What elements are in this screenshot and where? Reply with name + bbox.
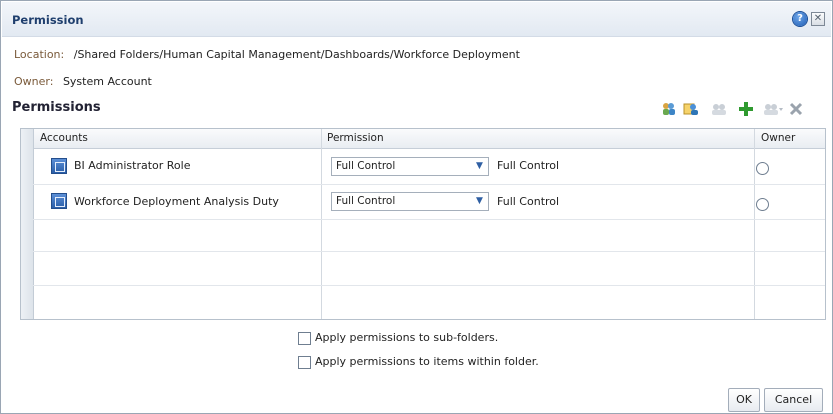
items-label[interactable]: Apply permissions to items within folder… [315, 355, 539, 368]
dialog-titlebar: Permission ? ✕ [2, 2, 831, 37]
permission-dialog: Permission ? ✕ Location: /Shared Folders… [0, 0, 833, 414]
cancel-button[interactable]: Cancel [764, 388, 823, 412]
row-divider [33, 251, 825, 252]
subfolders-label[interactable]: Apply permissions to sub-folders. [315, 331, 498, 344]
column-divider [754, 129, 755, 319]
column-header-owner[interactable]: Owner [761, 132, 795, 144]
role-icon [51, 158, 67, 174]
owner-radio[interactable] [756, 198, 769, 211]
row-divider [33, 285, 825, 286]
permission-select[interactable]: Full Control ▼ [331, 192, 489, 211]
chevron-down-icon[interactable]: ▼ [474, 162, 485, 171]
users-disabled-icon[interactable] [709, 101, 729, 117]
row-header-column [21, 129, 34, 319]
chevron-down-icon[interactable]: ▼ [474, 197, 485, 206]
users-more-disabled-icon[interactable] [762, 101, 784, 117]
permission-select-value: Full Control [336, 160, 396, 172]
permissions-heading: Permissions [12, 100, 101, 115]
help-icon[interactable]: ? [793, 12, 807, 26]
table-header [21, 129, 825, 149]
permission-text: Full Control [497, 195, 560, 208]
owner-label: Owner: [14, 75, 54, 88]
location-row: Location: /Shared Folders/Human Capital … [14, 48, 520, 61]
row-divider [33, 219, 825, 220]
permission-text: Full Control [497, 159, 560, 172]
permission-select-value: Full Control [336, 195, 396, 207]
permissions-table: Accounts Permission Owner BI Administrat… [20, 128, 826, 320]
row-divider [33, 184, 825, 185]
items-checkbox[interactable] [298, 356, 311, 369]
add-icon[interactable] [738, 101, 754, 117]
dialog-title: Permission [12, 13, 84, 27]
location-label: Location: [14, 48, 65, 61]
users-search-icon[interactable] [661, 101, 677, 117]
column-header-accounts[interactable]: Accounts [40, 132, 88, 144]
users-edit-icon[interactable] [683, 101, 699, 117]
location-value: /Shared Folders/Human Capital Management… [73, 48, 520, 61]
subfolders-checkbox[interactable] [298, 332, 311, 345]
ok-button[interactable]: OK [728, 388, 760, 412]
owner-value: System Account [62, 75, 152, 88]
account-name: BI Administrator Role [74, 159, 191, 172]
account-name: Workforce Deployment Analysis Duty [74, 195, 279, 208]
role-icon [51, 193, 67, 209]
close-icon[interactable]: ✕ [811, 12, 825, 26]
delete-icon[interactable] [788, 101, 804, 117]
owner-row: Owner: System Account [14, 75, 152, 88]
permission-select[interactable]: Full Control ▼ [331, 157, 489, 176]
column-divider [321, 129, 322, 319]
owner-radio[interactable] [756, 162, 769, 175]
column-header-permission[interactable]: Permission [327, 132, 384, 144]
